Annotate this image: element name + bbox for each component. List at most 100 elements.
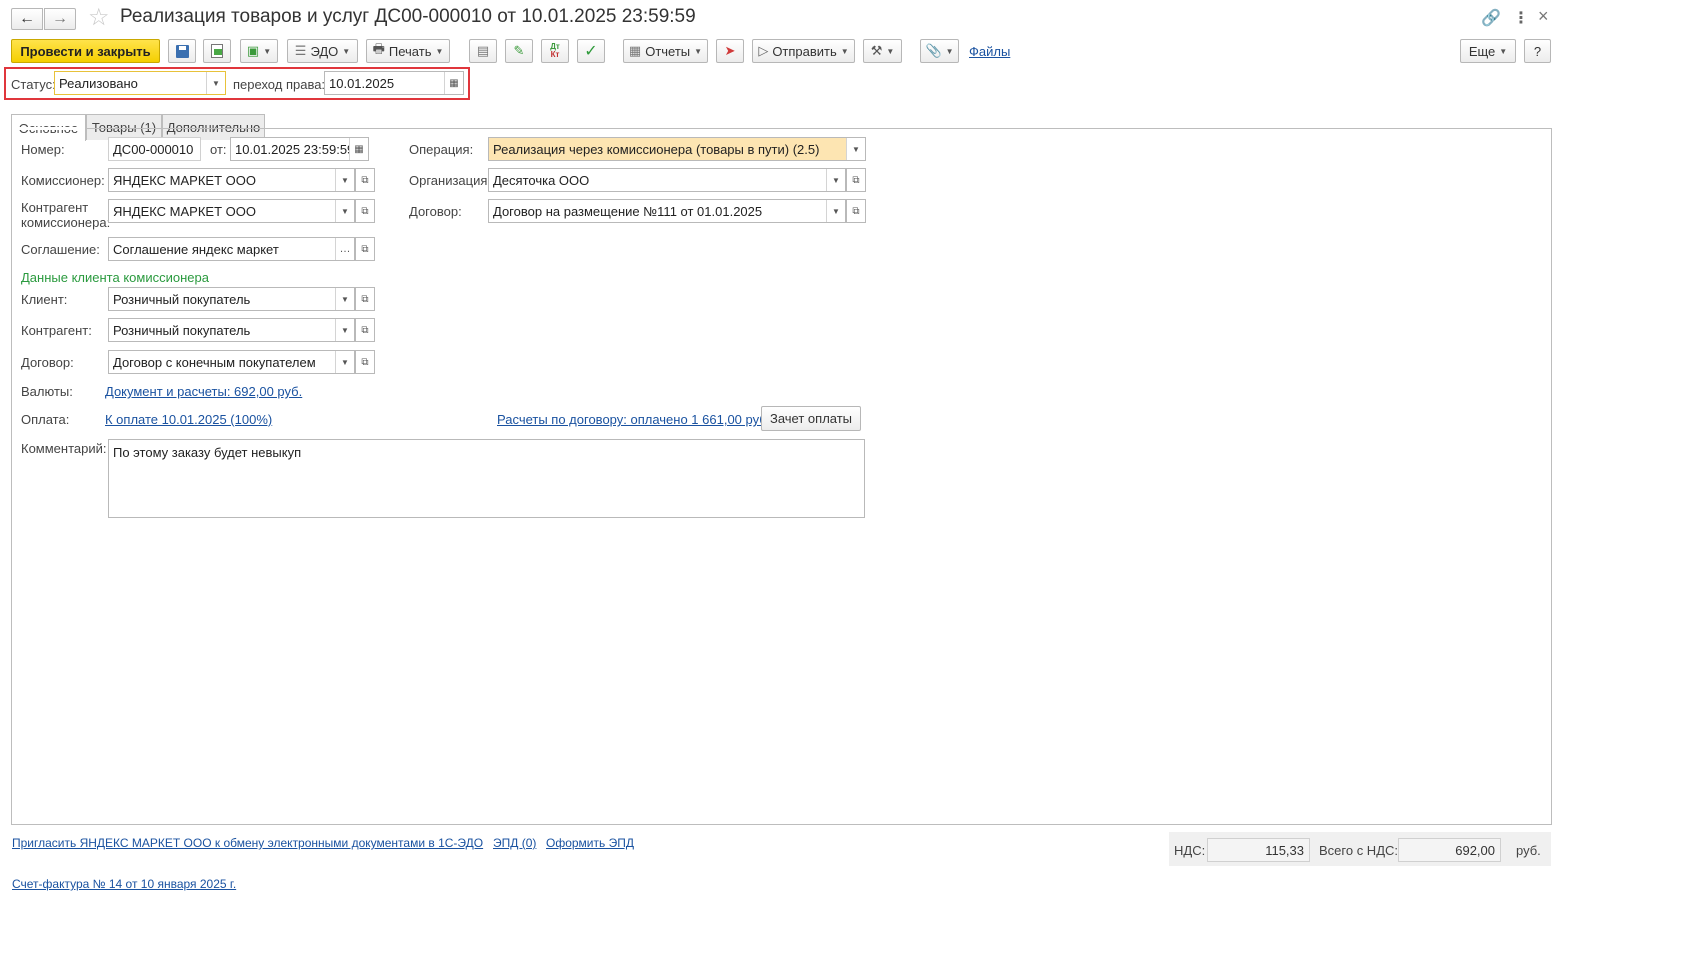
epd-link[interactable]: ЭПД (0) [493, 836, 536, 850]
chevron-down-icon[interactable]: ▼ [846, 138, 865, 160]
bank-button[interactable]: ➤ [716, 39, 744, 63]
counterparty-field[interactable]: ЯНДЕКС МАРКЕТ ООО ▼ [108, 199, 355, 223]
counterparty-value: ЯНДЕКС МАРКЕТ ООО [113, 203, 256, 219]
currency-link[interactable]: Документ и расчеты: 692,00 руб. [105, 384, 302, 399]
operation-field[interactable]: Реализация через комиссионера (товары в … [488, 137, 866, 161]
edo-icon: ☰ [294, 43, 307, 58]
from-label: от: [210, 142, 227, 157]
client-label: Клиент: [21, 292, 68, 307]
vat-label: НДС: [1174, 843, 1206, 858]
organization-field[interactable]: Десяточка ООО ▼ [488, 168, 846, 192]
client-value: Розничный покупатель [113, 291, 251, 307]
chevron-down-icon[interactable]: ▼ [335, 200, 354, 222]
files-link[interactable]: Файлы [969, 44, 1010, 59]
chevron-down-icon[interactable]: ▼ [335, 351, 354, 373]
client-counterparty-label: Контрагент: [21, 323, 92, 338]
operation-value: Реализация через комиссионера (товары в … [493, 141, 820, 157]
favorite-star-icon[interactable]: ☆ [88, 5, 110, 31]
chevron-down-icon[interactable]: ▼ [206, 72, 225, 94]
calendar-icon[interactable]: ▦ [444, 72, 463, 94]
open-icon[interactable]: ⧉ [355, 199, 375, 223]
client-contract-field[interactable]: Договор с конечным покупателем ▼ [108, 350, 355, 374]
reports-button[interactable]: ▦ Отчеты ▼ [623, 39, 708, 63]
comment-label: Комментарий: [21, 441, 107, 456]
attachments-button[interactable]: 📎 ▼ [920, 39, 959, 63]
link-icon[interactable]: 🔗 [1481, 8, 1501, 28]
invoice-link[interactable]: Счет-фактура № 14 от 10 января 2025 г. [12, 877, 236, 891]
commissioner-label: Комиссионер: [21, 173, 105, 188]
comment-textarea[interactable]: По этому заказу будет невыкуп [108, 439, 865, 518]
offset-payment-button[interactable]: Зачет оплаты [761, 406, 861, 431]
chevron-down-icon[interactable]: ▼ [335, 169, 354, 191]
payment-label: Оплата: [21, 412, 70, 427]
structure-button[interactable]: ▤ [469, 39, 497, 63]
transfer-date-value: 10.01.2025 [329, 75, 395, 91]
open-icon[interactable]: ⧉ [355, 350, 375, 374]
client-contract-value: Договор с конечным покупателем [113, 354, 316, 370]
paperclip-icon: 📎 [925, 43, 942, 58]
sign-button[interactable]: ✎ [505, 39, 533, 63]
organization-label: Организация: [409, 173, 492, 188]
approve-button[interactable]: ✓ [577, 39, 605, 63]
client-counterparty-field[interactable]: Розничный покупатель ▼ [108, 318, 355, 342]
transfer-date-field[interactable]: 10.01.2025 ▦ [324, 71, 464, 95]
commissioner-value: ЯНДЕКС МАРКЕТ ООО [113, 172, 256, 188]
chevron-down-icon[interactable]: ▼ [826, 200, 845, 222]
share-arrow-icon: ➤ [724, 43, 736, 58]
save-icon [175, 44, 189, 58]
back-button[interactable]: ← [11, 8, 43, 30]
print-button[interactable]: 🖶 Печать ▼ [366, 39, 450, 63]
calendar-icon[interactable]: ▦ [349, 138, 368, 160]
contract-value: Договор на размещение №111 от 01.01.2025 [493, 203, 763, 219]
transfer-label: переход права: [233, 77, 326, 92]
invite-edo-link[interactable]: Пригласить ЯНДЕКС МАРКЕТ ООО к обмену эл… [12, 836, 483, 850]
open-icon[interactable]: ⧉ [355, 237, 375, 261]
send-icon: ▷ [758, 43, 769, 58]
agreement-label: Соглашение: [21, 242, 100, 257]
more-label: Еще [1468, 43, 1496, 59]
edo-button[interactable]: ☰ ЭДО ▼ [287, 39, 358, 63]
create-based-on-button[interactable]: ▣ ▼ [240, 39, 278, 63]
post-button[interactable] [203, 39, 231, 63]
payment-link[interactable]: К оплате 10.01.2025 (100%) [105, 412, 272, 427]
chevron-down-icon[interactable]: ▼ [335, 288, 354, 310]
tools-icon: ⚒ [870, 43, 883, 58]
post-and-close-button[interactable]: Провести и закрыть [11, 39, 160, 63]
post-document-icon [211, 44, 223, 58]
currency-label: Валюты: [21, 384, 73, 399]
contract-field[interactable]: Договор на размещение №111 от 01.01.2025… [488, 199, 846, 223]
close-icon[interactable]: × [1538, 6, 1549, 27]
make-epd-link[interactable]: Оформить ЭПД [546, 836, 634, 850]
open-icon[interactable]: ⧉ [355, 168, 375, 192]
more-vertical-icon[interactable]: ⋮ [1513, 8, 1529, 28]
status-select[interactable]: Реализовано ▼ [54, 71, 226, 95]
chevron-down-icon[interactable]: ▼ [335, 319, 354, 341]
open-icon[interactable]: ⧉ [355, 318, 375, 342]
more-button[interactable]: Еще ▼ [1460, 39, 1516, 63]
dt-kt-button[interactable]: Дт Кт [541, 39, 569, 63]
commissioner-field[interactable]: ЯНДЕКС МАРКЕТ ООО ▼ [108, 168, 355, 192]
ellipsis-icon[interactable]: … [335, 238, 354, 260]
help-button[interactable]: ? [1524, 39, 1551, 63]
agreement-field[interactable]: Соглашение яндекс маркет … [108, 237, 355, 261]
chevron-down-icon[interactable]: ▼ [826, 169, 845, 191]
open-icon[interactable]: ⧉ [355, 287, 375, 311]
reports-label: Отчеты [645, 43, 691, 59]
printer-icon: 🖶 [372, 41, 385, 56]
forward-button[interactable]: → [44, 8, 76, 30]
send-button[interactable]: ▷ Отправить ▼ [752, 39, 855, 63]
save-button[interactable] [168, 39, 196, 63]
print-label: Печать [388, 43, 432, 59]
checkmark-icon: ✓ [584, 43, 598, 60]
open-icon[interactable]: ⧉ [846, 199, 866, 223]
settlements-link[interactable]: Расчеты по договору: оплачено 1 661,00 р… [497, 412, 770, 427]
vat-value: 115,33 [1207, 838, 1310, 862]
open-icon[interactable]: ⧉ [846, 168, 866, 192]
number-field[interactable]: ДС00-000010 [108, 137, 201, 161]
currency-unit: руб. [1516, 843, 1541, 858]
client-field[interactable]: Розничный покупатель ▼ [108, 287, 355, 311]
tools-button[interactable]: ⚒ ▼ [863, 39, 902, 63]
edo-label: ЭДО [310, 43, 339, 59]
date-field[interactable]: 10.01.2025 23:59:59 ▦ [230, 137, 369, 161]
dt-kt-icon-bottom: Кт [550, 50, 560, 59]
